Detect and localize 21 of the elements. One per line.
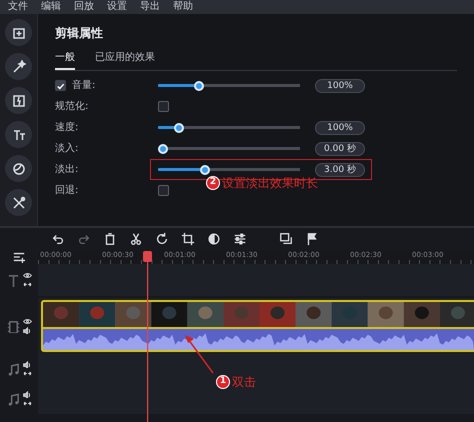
menu-item[interactable]: 设置 [107, 0, 127, 14]
property-label: 速度: [55, 120, 78, 135]
annotation-label: 双击 [232, 374, 256, 391]
value-field[interactable]: 0.00 秒 [315, 142, 365, 156]
property-label: 回退: [55, 184, 78, 198]
menu-item[interactable]: 回放 [74, 0, 94, 14]
value-field[interactable]: 3.00 秒 [315, 162, 365, 176]
property-label: 音量: [72, 78, 96, 93]
tab[interactable]: 已应用的效果 [95, 50, 155, 70]
value-field[interactable]: 100% [315, 78, 365, 92]
menu-item[interactable]: 文件 [8, 0, 28, 14]
property-label: 淡出: [55, 162, 78, 177]
menu-item[interactable]: 导出 [140, 0, 160, 14]
tab[interactable]: 一般 [55, 50, 75, 70]
annotation-label: 设置淡出效果时长 [222, 175, 318, 192]
menu-item[interactable]: 帮助 [173, 0, 193, 14]
panel-title: 剪辑属性 [55, 25, 104, 42]
property-label: 规范化: [55, 100, 88, 114]
value-field[interactable]: 100% [315, 120, 365, 134]
menu-item[interactable]: 编辑 [41, 0, 61, 14]
property-label: 淡入: [55, 142, 78, 156]
